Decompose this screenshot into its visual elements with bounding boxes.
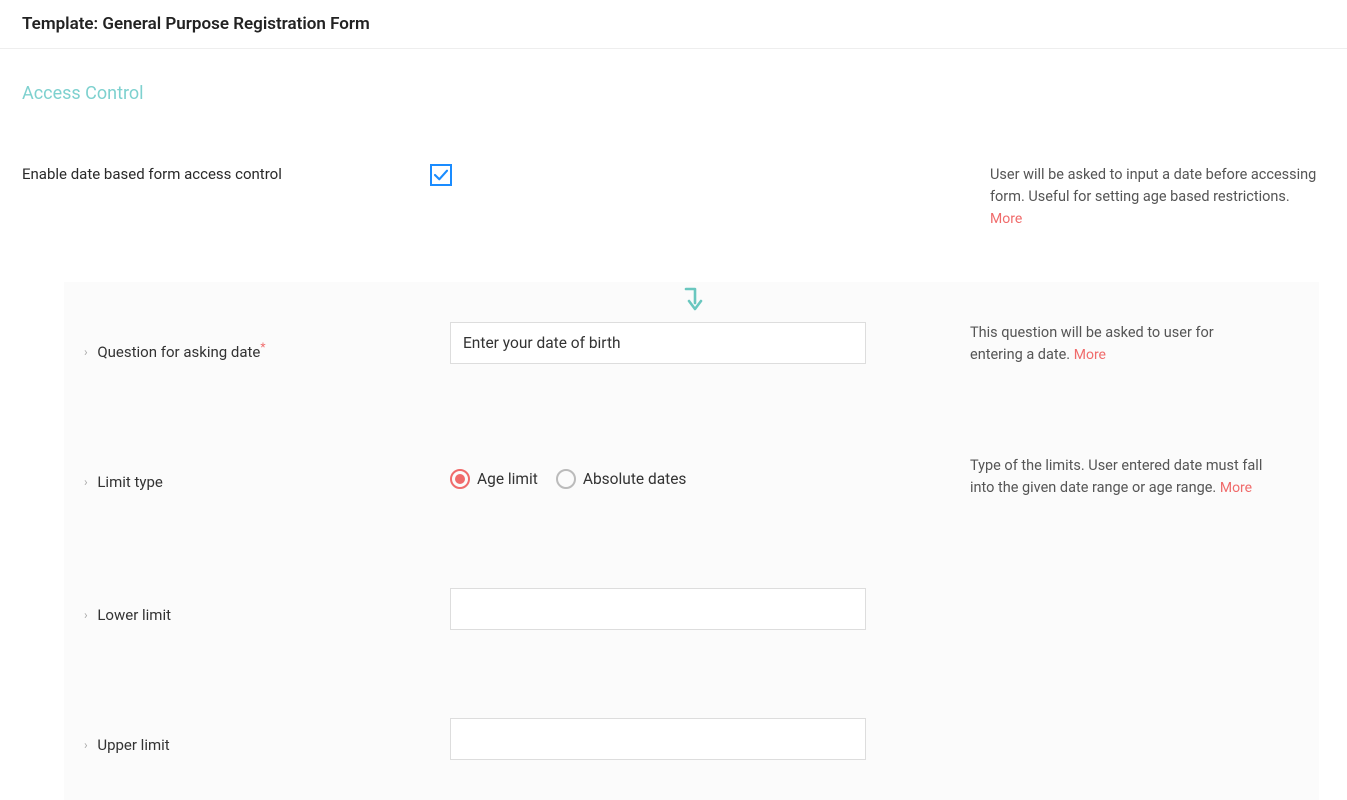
lower-limit-control — [450, 588, 970, 630]
radio-age-label: Age limit — [477, 470, 538, 488]
chevron-right-icon: › — [84, 738, 88, 752]
lower-limit-input[interactable] — [450, 588, 866, 630]
content-area: Access Control Enable date based form ac… — [0, 83, 1347, 800]
required-marker: * — [260, 340, 265, 354]
upper-limit-control — [450, 718, 970, 760]
enable-help: User will be asked to input a date befor… — [990, 164, 1320, 230]
question-label: Question for asking date — [97, 343, 260, 361]
lower-limit-label: Lower limit — [97, 606, 171, 624]
page-title: Template: General Purpose Registration F… — [22, 14, 1325, 34]
enable-control — [430, 164, 990, 186]
check-icon — [434, 169, 448, 181]
question-row: › Question for asking date* This questio… — [64, 322, 1319, 367]
upper-limit-label: Upper limit — [97, 736, 169, 754]
question-control — [450, 322, 970, 364]
question-input[interactable] — [450, 322, 866, 364]
question-label-col: › Question for asking date* — [84, 322, 450, 361]
limit-type-help: Type of the limits. User entered date mu… — [970, 455, 1270, 500]
lower-limit-row: › Lower limit — [64, 588, 1319, 630]
enable-help-text: User will be asked to input a date befor… — [990, 166, 1316, 205]
limit-type-label-col: › Limit type — [84, 455, 450, 491]
chevron-right-icon: › — [84, 345, 88, 359]
radio-icon — [556, 469, 576, 489]
upper-limit-row: › Upper limit — [64, 718, 1319, 760]
upper-limit-input[interactable] — [450, 718, 866, 760]
page-header: Template: General Purpose Registration F… — [0, 0, 1347, 49]
section-title: Access Control — [22, 83, 1325, 104]
chevron-right-icon: › — [84, 475, 88, 489]
radio-icon — [450, 469, 470, 489]
radio-absolute-dates[interactable]: Absolute dates — [556, 469, 687, 489]
limit-type-label: Limit type — [97, 473, 163, 491]
limit-type-row: › Limit type Age limit Absolute dates Ty… — [64, 455, 1319, 500]
lower-limit-label-col: › Lower limit — [84, 588, 450, 624]
limit-type-more-link[interactable]: More — [1220, 480, 1252, 496]
enable-more-link[interactable]: More — [990, 211, 1022, 227]
upper-limit-label-col: › Upper limit — [84, 718, 450, 754]
enable-checkbox[interactable] — [430, 164, 452, 186]
limit-type-radio-group: Age limit Absolute dates — [450, 455, 970, 489]
question-help: This question will be asked to user for … — [970, 322, 1270, 367]
limit-type-help-text: Type of the limits. User entered date mu… — [970, 457, 1262, 496]
arrow-down-icon — [64, 282, 1319, 318]
sub-panel: › Question for asking date* This questio… — [64, 282, 1319, 800]
radio-abs-label: Absolute dates — [583, 470, 687, 488]
chevron-right-icon: › — [84, 608, 88, 622]
enable-row: Enable date based form access control Us… — [22, 164, 1325, 230]
question-more-link[interactable]: More — [1074, 347, 1106, 363]
radio-age-limit[interactable]: Age limit — [450, 469, 538, 489]
limit-type-control: Age limit Absolute dates — [450, 455, 970, 489]
enable-label: Enable date based form access control — [22, 164, 430, 185]
